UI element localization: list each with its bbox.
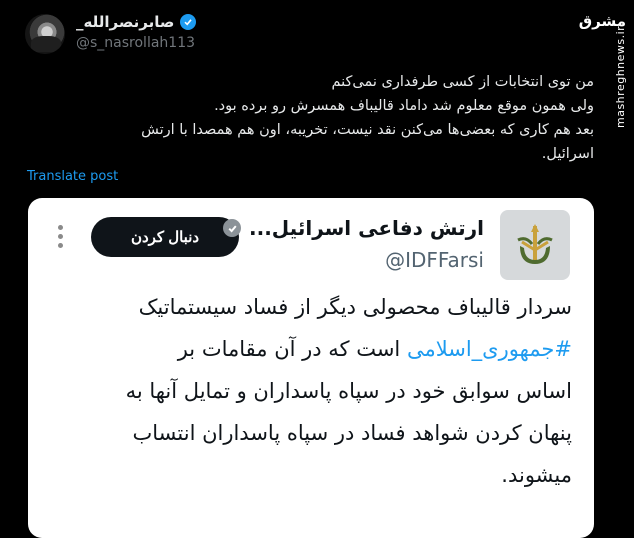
tweet-line: من توی انتخابات از کسی طرفداری نمی‌کنم bbox=[331, 74, 594, 90]
verified-badge-icon bbox=[180, 14, 197, 30]
quoted-author-name[interactable]: ارتش دفاعی اسرائیل... bbox=[249, 216, 484, 240]
author-avatar[interactable] bbox=[25, 14, 65, 54]
idf-emblem-icon bbox=[517, 224, 553, 264]
idf-avatar[interactable] bbox=[500, 210, 570, 280]
quoted-line: پنهان کردن شواهد فساد در سپاه پاسداران ا… bbox=[132, 421, 572, 445]
quoted-tweet-card[interactable]: دنبال کردن ارتش دفاعی اسرائیل... @IDFFar… bbox=[28, 198, 594, 538]
tweet-line: اسرائیل. bbox=[541, 146, 594, 162]
quoted-line-rest: است که در آن مقامات بر bbox=[177, 337, 407, 361]
tweet-text: من توی انتخابات از کسی طرفداری نمی‌کنم و… bbox=[34, 70, 594, 166]
tweet-line: ولی همون موقع معلوم شد داماد قالیباف همس… bbox=[214, 98, 594, 114]
quoted-tweet-text: سردار قالیباف محصولی دیگر از فساد سیستما… bbox=[42, 286, 572, 496]
author-display-name[interactable]: صابرنصرالله_ bbox=[76, 13, 174, 31]
quoted-line: #جمهوری_اسلامی است که در آن مقامات بر bbox=[42, 328, 572, 370]
translate-post-link[interactable]: Translate post bbox=[27, 169, 118, 184]
quoted-author-row[interactable]: ارتش دفاعی اسرائیل... bbox=[223, 216, 484, 240]
hashtag-link[interactable]: #جمهوری_اسلامی bbox=[407, 337, 572, 361]
more-options-icon[interactable] bbox=[58, 225, 64, 248]
gray-verified-badge-icon bbox=[223, 219, 242, 237]
watermark-site: mashreghnews.ir bbox=[614, 25, 627, 128]
author-handle[interactable]: @s_nasrollah113 bbox=[76, 35, 195, 51]
quoted-line: میشوند. bbox=[501, 463, 572, 487]
quoted-line: اساس سوابق خود در سپاه پاسداران و تمایل … bbox=[125, 379, 572, 403]
follow-button[interactable]: دنبال کردن bbox=[91, 217, 239, 257]
quoted-line: سردار قالیباف محصولی دیگر از فساد سیستما… bbox=[138, 295, 572, 319]
quoted-author-handle[interactable]: @IDFFarsi bbox=[385, 248, 484, 272]
tweet-line: بعد هم کاری که بعضی‌ها می‌کنن نقد نیست، … bbox=[141, 122, 594, 138]
author-name-row[interactable]: صابرنصرالله_ bbox=[76, 13, 197, 31]
